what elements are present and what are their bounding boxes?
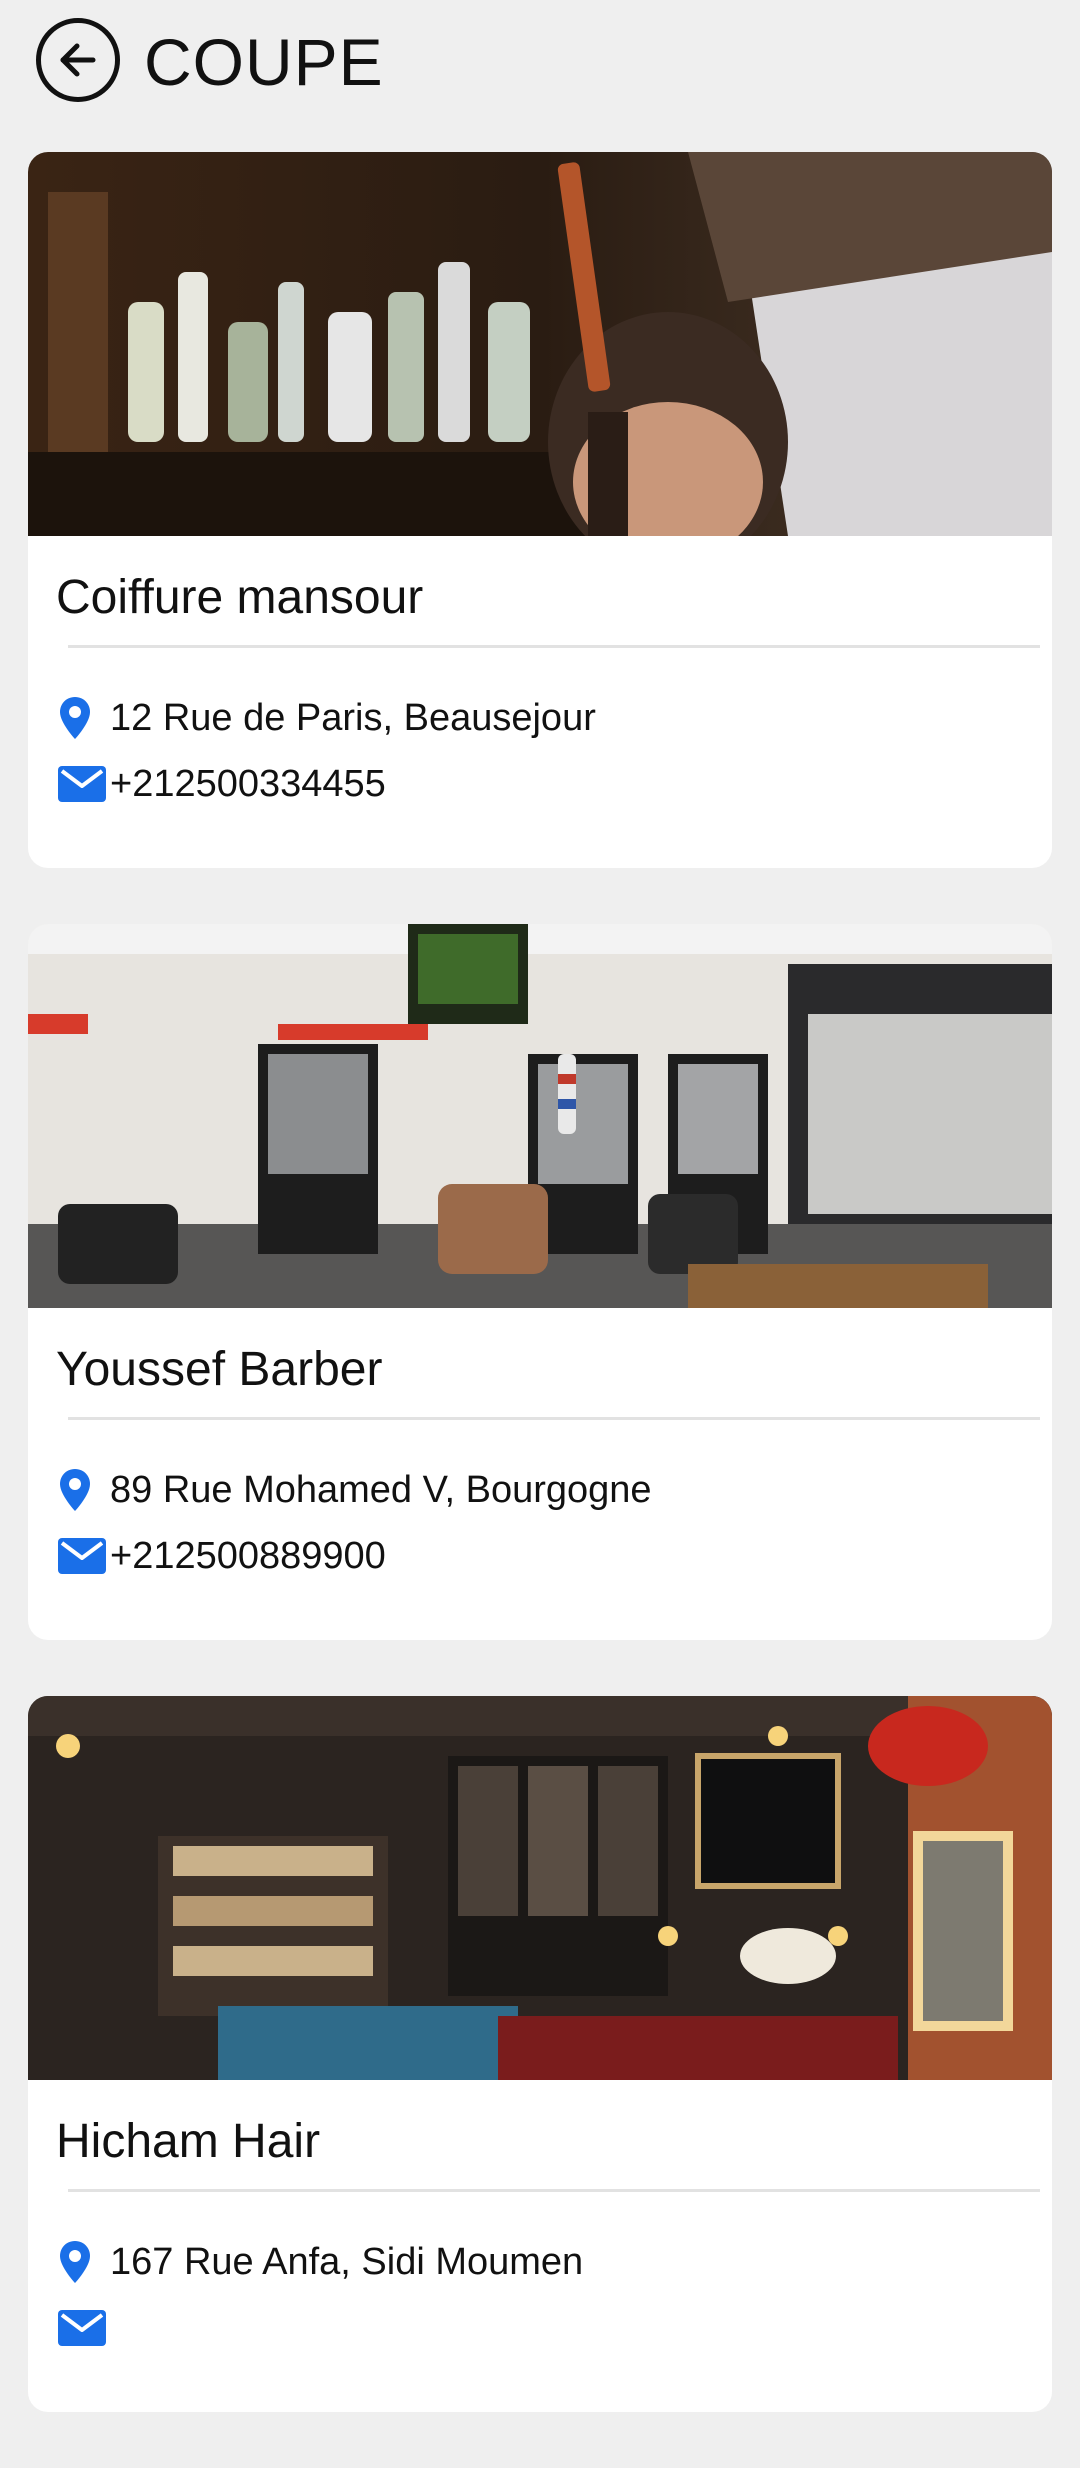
address-row: 89 Rue Mohamed V, Bourgogne [58, 1465, 652, 1515]
address-row: 167 Rue Anfa, Sidi Moumen [58, 2237, 583, 2287]
page-title: COUPE [144, 25, 384, 99]
salon-address: 167 Rue Anfa, Sidi Moumen [110, 2241, 584, 2283]
salon-photo [28, 1696, 1052, 2080]
location-pin-icon [58, 1465, 110, 1515]
location-pin-icon [58, 2237, 110, 2287]
salon-photo [28, 924, 1052, 1308]
mail-icon [58, 1531, 110, 1581]
divider [68, 2189, 1040, 2192]
salon-card[interactable]: Youssef Barber 89 Rue Mohamed V, Bourgog… [28, 924, 1052, 1640]
address-row: 12 Rue de Paris, Beausejour [58, 693, 596, 743]
divider [68, 1417, 1040, 1420]
salon-phone: +212500889900 [110, 1535, 386, 1577]
salon-photo [28, 152, 1052, 536]
arrow-left-icon [60, 43, 96, 77]
salon-address: 89 Rue Mohamed V, Bourgogne [110, 1469, 652, 1511]
salon-card[interactable]: Hicham Hair 167 Rue Anfa, Sidi Moumen [28, 1696, 1052, 2412]
salon-name: Youssef Barber [56, 1343, 383, 1396]
phone-row[interactable]: +212500889900 [58, 1531, 386, 1581]
salon-name: Coiffure mansour [56, 571, 424, 624]
salon-list: Coiffure mansour 12 Rue de Paris, Beause… [28, 152, 1052, 2468]
phone-row[interactable] [58, 2303, 110, 2353]
location-pin-icon [58, 693, 110, 743]
mail-icon [58, 2303, 110, 2353]
divider [68, 645, 1040, 648]
salon-phone: +212500334455 [110, 763, 386, 805]
mail-icon [58, 759, 110, 809]
back-button[interactable] [36, 18, 120, 102]
salon-name: Hicham Hair [56, 2115, 321, 2168]
phone-row[interactable]: +212500334455 [58, 759, 386, 809]
salon-card[interactable]: Coiffure mansour 12 Rue de Paris, Beause… [28, 152, 1052, 868]
salon-address: 12 Rue de Paris, Beausejour [110, 697, 596, 739]
app-header: COUPE [0, 0, 1080, 120]
